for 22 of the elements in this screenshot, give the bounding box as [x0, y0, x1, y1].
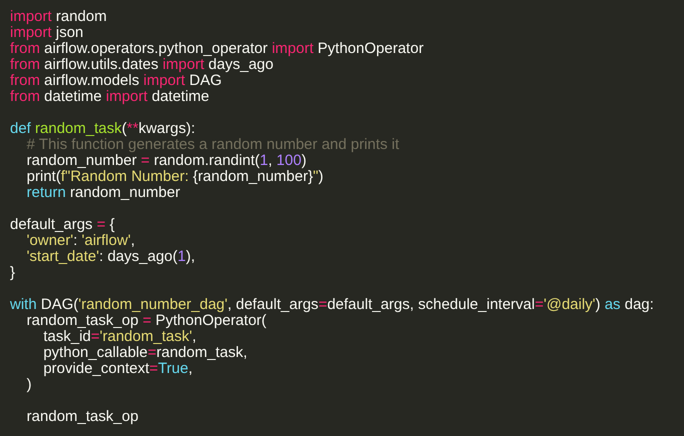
code-line: from datetime import datetime [10, 89, 210, 105]
code-line: from airflow.operators.python_operator import PythonOperator [10, 41, 424, 57]
code-line: print(f"Random Number: {random_number}") [26, 169, 324, 185]
code-line: python_callable=random_task, [42, 345, 248, 361]
code-line: ) [26, 377, 32, 393]
code-line: random_task_op [26, 409, 138, 425]
code-line: default_args = { [10, 217, 115, 233]
code-line: with DAG('random_number_dag', default_args=default_args, schedule_interval='@daily') as dag: [10, 297, 654, 313]
code-line: random_task_op = PythonOperator( [26, 313, 266, 329]
code-line: from airflow.utils.dates import days_ago [10, 57, 274, 73]
code-line: from airflow.models import DAG [10, 73, 222, 89]
code-line: import json [10, 25, 84, 41]
code-line: random_number = random.randint(1, 100) [26, 153, 306, 169]
code-line: return random_number [26, 185, 180, 201]
code-line: def random_task(**kwargs): [10, 121, 196, 137]
code-line: task_id='random_task', [43, 329, 196, 345]
code-line: provide_context=True, [42, 361, 192, 377]
code-line: 'start_date': days_ago(1), [26, 249, 196, 265]
code-line: # This function generates a random number and prints it [26, 137, 400, 153]
code-line: import random [10, 9, 107, 25]
code-line: } [10, 265, 16, 281]
code-line: 'owner': 'airflow', [26, 233, 135, 249]
